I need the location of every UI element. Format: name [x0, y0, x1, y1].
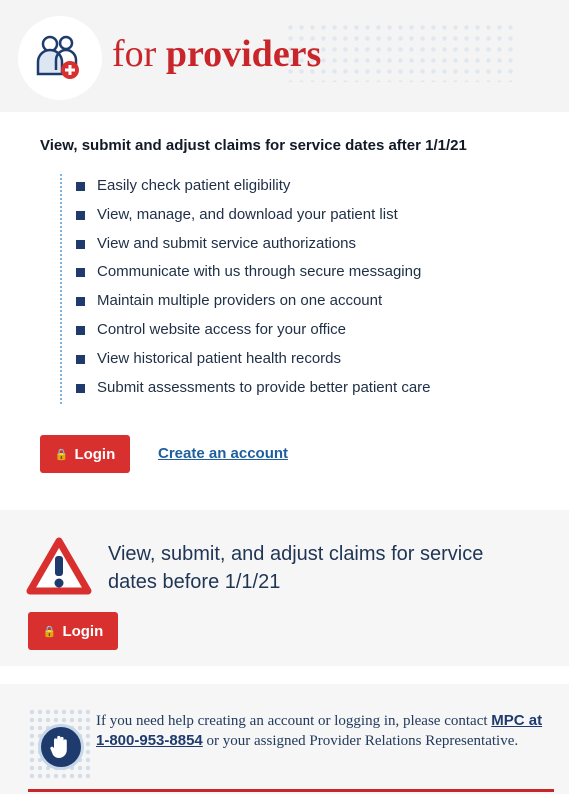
feature-list: Easily check patient eligibility View, m… [60, 174, 546, 405]
list-item: Control website access for your office [76, 318, 546, 347]
square-bullet-icon [76, 210, 85, 220]
list-item: View and submit service authorizations [76, 232, 546, 261]
square-bullet-icon [76, 354, 85, 364]
list-item: Submit assessments to provide better pat… [76, 376, 546, 405]
list-item: Communicate with us through secure messa… [76, 260, 546, 289]
feature-text: Control website access for your office [97, 320, 347, 338]
warning-triangle-icon [26, 537, 92, 595]
square-bullet-icon [76, 297, 85, 307]
list-item: Easily check patient eligibility [76, 174, 546, 203]
legacy-claims-text: View, submit, and adjust claims for serv… [108, 543, 484, 593]
square-bullet-icon [76, 182, 85, 191]
lock-icon: 🔒 [54, 448, 69, 461]
square-bullet-icon [76, 268, 85, 278]
lock-icon: 🔒 [42, 625, 57, 638]
brand-wordmark: for providers [112, 34, 321, 74]
login-button-after[interactable]: 🔒 Login [40, 435, 130, 473]
feature-text: Maintain multiple providers on one accou… [97, 292, 383, 310]
list-item: View, manage, and download your patient … [76, 203, 546, 232]
list-item: View historical patient health records [76, 347, 546, 376]
logo-badge [18, 16, 102, 100]
feature-text: Communicate with us through secure messa… [97, 263, 422, 281]
square-bullet-icon [76, 383, 85, 393]
doctors-badge-icon [36, 35, 79, 79]
login-label: Login [74, 445, 116, 463]
square-bullet-icon [76, 325, 85, 335]
help-text: If you need help creating an account or … [96, 711, 556, 751]
section-headline: View, submit and adjust claims for servi… [40, 137, 467, 154]
brand-for: for [112, 33, 157, 75]
login-button-before[interactable]: 🔒 Login [28, 612, 118, 650]
feature-text: Submit assessments to provide better pat… [97, 378, 431, 396]
list-item: Maintain multiple providers on one accou… [76, 289, 546, 318]
feature-text: View and submit service authorizations [97, 234, 357, 252]
divider [28, 789, 554, 792]
hand-stop-icon [38, 724, 84, 770]
square-bullet-icon [76, 239, 85, 249]
feature-text: Easily check patient eligibility [97, 177, 291, 194]
help-text-end: or your assigned Provider Relations Repr… [202, 733, 519, 749]
feature-text: View, manage, and download your patient … [97, 205, 398, 223]
create-account-link[interactable]: Create an account [158, 445, 288, 462]
login-label: Login [62, 622, 104, 640]
feature-text: View historical patient health records [97, 349, 342, 367]
help-text-start: If you need help creating an account or … [96, 713, 492, 729]
brand-providers: providers [165, 33, 322, 75]
